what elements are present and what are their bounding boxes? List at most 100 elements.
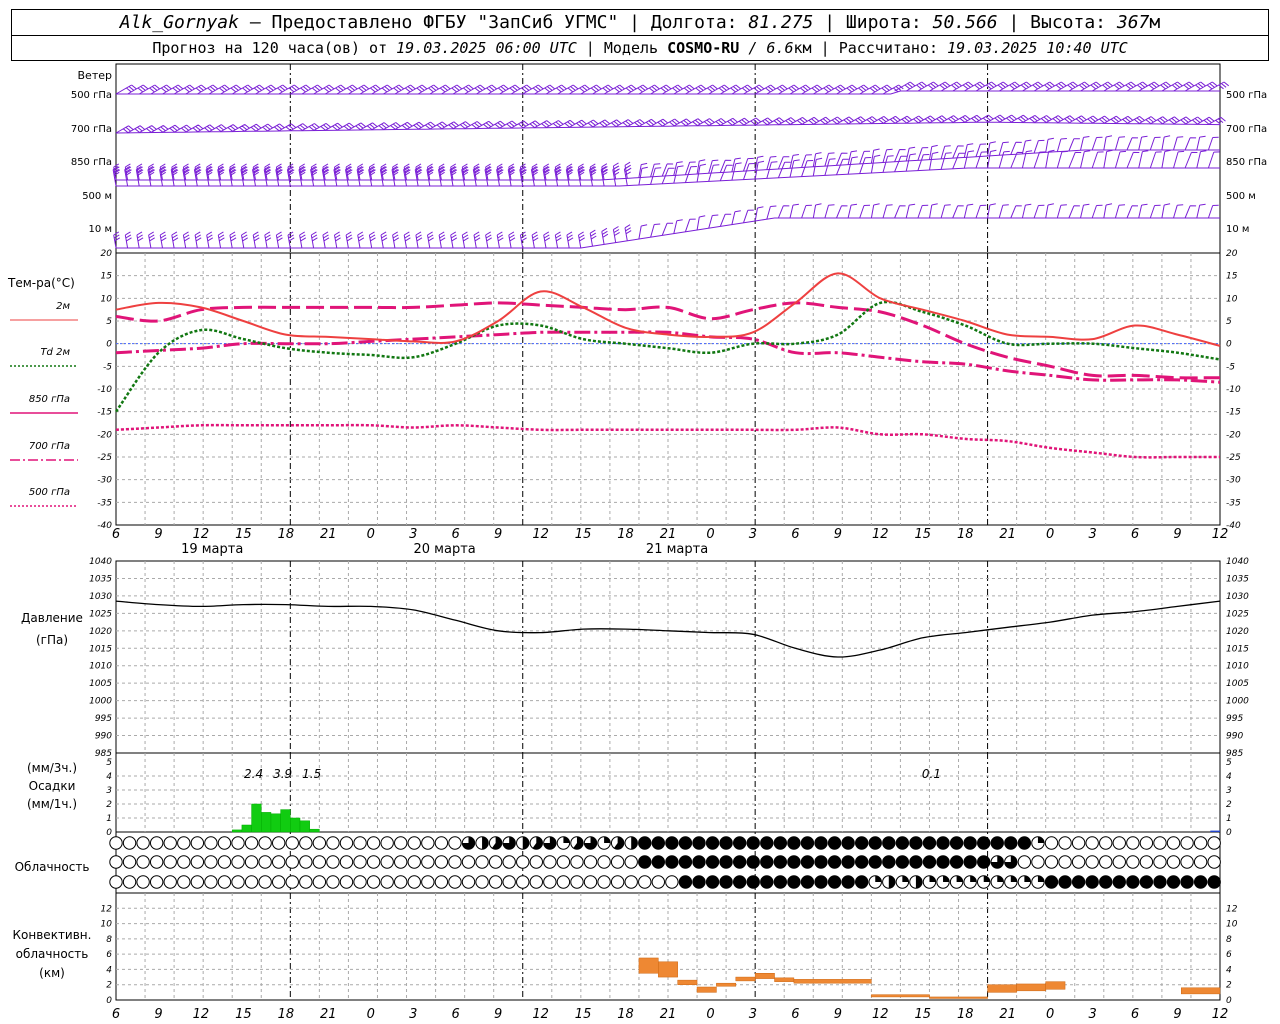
temp-legend-label: 700 гПа [29,441,70,452]
wind-barb [638,84,660,95]
cloud-symbol-fill [1037,875,1045,882]
cloud-symbol [1193,855,1208,869]
wind-barb [534,84,555,95]
pressure-tick-left: 1010 [89,662,112,672]
time-tick-label: 21 [999,1007,1016,1022]
time-tick-label: 3 [409,527,417,542]
cloud-symbol-fill [631,836,638,850]
pressure-tick-right: 1000 [1226,697,1249,707]
cloud-symbol [217,875,232,889]
conv-bar [677,979,698,985]
pressure-tick-right: 990 [1226,732,1243,742]
temp-tick-right: 15 [1226,272,1238,282]
time-tick-label: 12 [872,1007,889,1022]
time-tick-label: 6 [1131,1007,1139,1022]
wind-barb [940,81,962,92]
cloud-symbol [1126,875,1140,889]
wind-barb [1033,151,1046,169]
cloud-symbol [339,855,354,869]
cloud-symbol [1153,875,1167,889]
wind-barb [612,165,620,187]
cloud-symbol [732,875,747,889]
temp-tick-right: -10 [1226,385,1241,395]
pressure-unit: (гПа) [36,633,68,647]
wind-barb [627,84,648,95]
cloud-symbol [732,836,747,850]
wind-barb [673,84,695,95]
wind-barb [1149,204,1161,219]
cloud-symbol-fill [563,836,570,843]
cloud-symbol [597,875,611,889]
wind-barb [847,84,869,95]
cloud-symbol [909,855,923,869]
cloud-symbol [122,875,137,889]
cloud-symbol [787,855,801,869]
cloud-symbol [122,855,137,869]
cloud-symbols [109,836,1221,889]
wind-barb [1033,81,1055,92]
wind-barb [882,204,893,219]
cloud-symbol [136,855,150,869]
wind-barb [1196,150,1207,169]
wind-barb [1138,135,1148,151]
temp-tick-left: -10 [97,385,112,395]
time-tick-label: 12 [872,527,889,542]
cloud-symbol [990,836,1004,850]
cloud-symbol [1031,855,1045,869]
cloud-symbol-fill [604,836,611,843]
cloud-symbol [787,836,801,850]
wind-barb [499,84,521,95]
wind-barb [623,165,631,186]
cloud-symbol-fill [983,875,990,882]
cloud-symbol [1166,875,1181,889]
conv-tick-right: 2 [1226,981,1232,991]
wind-barb [450,231,458,249]
cloud-symbol-fill [522,836,529,850]
wind-barb [127,84,149,95]
conv-bar [1016,983,1046,992]
wind-barb [264,231,272,249]
wind-barb [624,224,632,241]
cloud-symbol [366,875,381,889]
cloud-symbol [244,875,259,889]
time-tick-label: 18 [957,1007,974,1022]
cloud-symbol [1180,836,1194,850]
wind-barb [417,84,439,95]
pressure-tick-left: 1015 [89,644,112,654]
wind-barb [975,81,997,92]
cloud-symbol [177,875,191,889]
cloud-symbol [583,855,598,869]
wind-barb [1207,204,1219,219]
wind-barb [1196,203,1206,219]
wind-barb [1126,81,1148,92]
wind-barb [952,81,974,92]
wind-barb [754,206,764,222]
wind-level-label-right: 700 гПа [1226,124,1267,135]
time-tick-label: 6 [1131,527,1139,542]
pressure-tick-left: 1000 [89,697,112,707]
cloud-symbol [190,836,205,850]
wind-barb [1114,136,1126,151]
temp-tick-left: -30 [97,476,112,486]
wind-barb [208,84,230,95]
cloud-symbol [1112,855,1126,869]
time-tick-label: 15 [575,527,592,542]
cloud-symbol [705,836,720,850]
temp-tick-left: -5 [103,362,112,372]
conv-bar [793,979,872,984]
wind-barb [371,84,393,95]
wind-barb [1068,81,1090,92]
cloud-symbol [1112,836,1126,850]
cloud-symbol [217,836,232,850]
wind-barb [115,84,137,95]
wind-barb [522,84,544,95]
cloud-symbol [773,836,788,850]
pressure-tick-right: 995 [1226,714,1243,724]
cloud-symbol [638,836,652,850]
wind-barb [578,231,585,249]
time-tick-label: 9 [494,1007,502,1022]
cloud-symbol [1139,855,1154,869]
precip-bar [299,820,310,833]
wind-barb [113,231,121,249]
wind-level-label-right: 850 гПа [1226,157,1267,168]
